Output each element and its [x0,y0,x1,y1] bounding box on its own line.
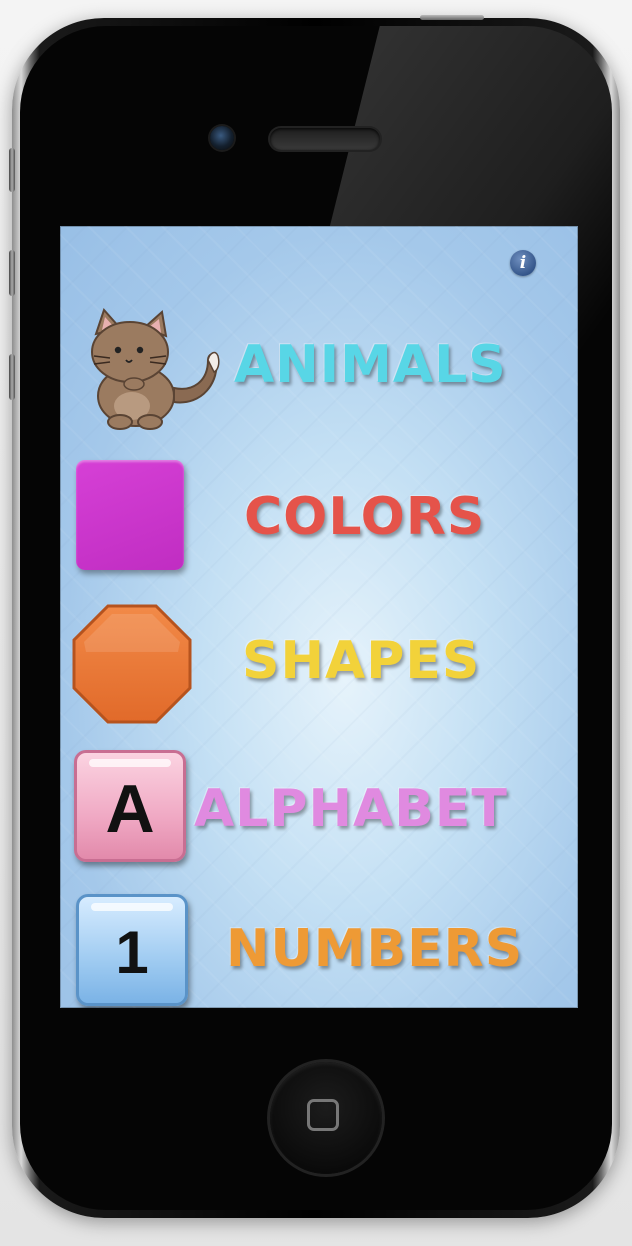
mute-switch [9,148,15,192]
number-tile-icon: 1 [76,894,188,1006]
letter-tile-text: A [105,771,155,847]
menu-label-numbers: NUMBERS [226,919,524,979]
sleep-button [420,15,484,20]
tile-shine [91,903,173,911]
info-button[interactable]: i [510,250,536,276]
volume-down-button [9,354,15,400]
tile-shine [89,759,171,767]
purple-square-icon [76,460,184,570]
menu-label-animals: ANIMALS [234,335,507,395]
menu-label-shapes: SHAPES [242,631,481,691]
home-button[interactable] [270,1062,382,1174]
front-camera-icon [210,126,234,150]
app-screen: i ANIMALS COLORS SHAPES A ALPHABET 1 NUM… [60,226,578,1008]
orange-octagon-icon [70,602,194,726]
menu-item-numbers[interactable]: 1 NUMBERS [60,884,578,1008]
menu-label-alphabet: ALPHABET [194,779,508,839]
volume-up-button [9,250,15,296]
menu-item-colors[interactable]: COLORS [60,452,578,582]
menu-label-colors: COLORS [244,487,486,547]
number-tile-text: 1 [115,919,149,986]
menu-item-animals[interactable]: ANIMALS [60,300,578,430]
earpiece-speaker [270,128,380,150]
menu-item-shapes[interactable]: SHAPES [60,596,578,726]
phone-frame: i ANIMALS COLORS SHAPES A ALPHABET 1 NUM… [9,15,620,1218]
home-square-icon [307,1099,339,1131]
letter-tile-icon: A [74,750,186,862]
menu-item-alphabet[interactable]: A ALPHABET [60,744,578,874]
cat-icon [74,306,224,432]
